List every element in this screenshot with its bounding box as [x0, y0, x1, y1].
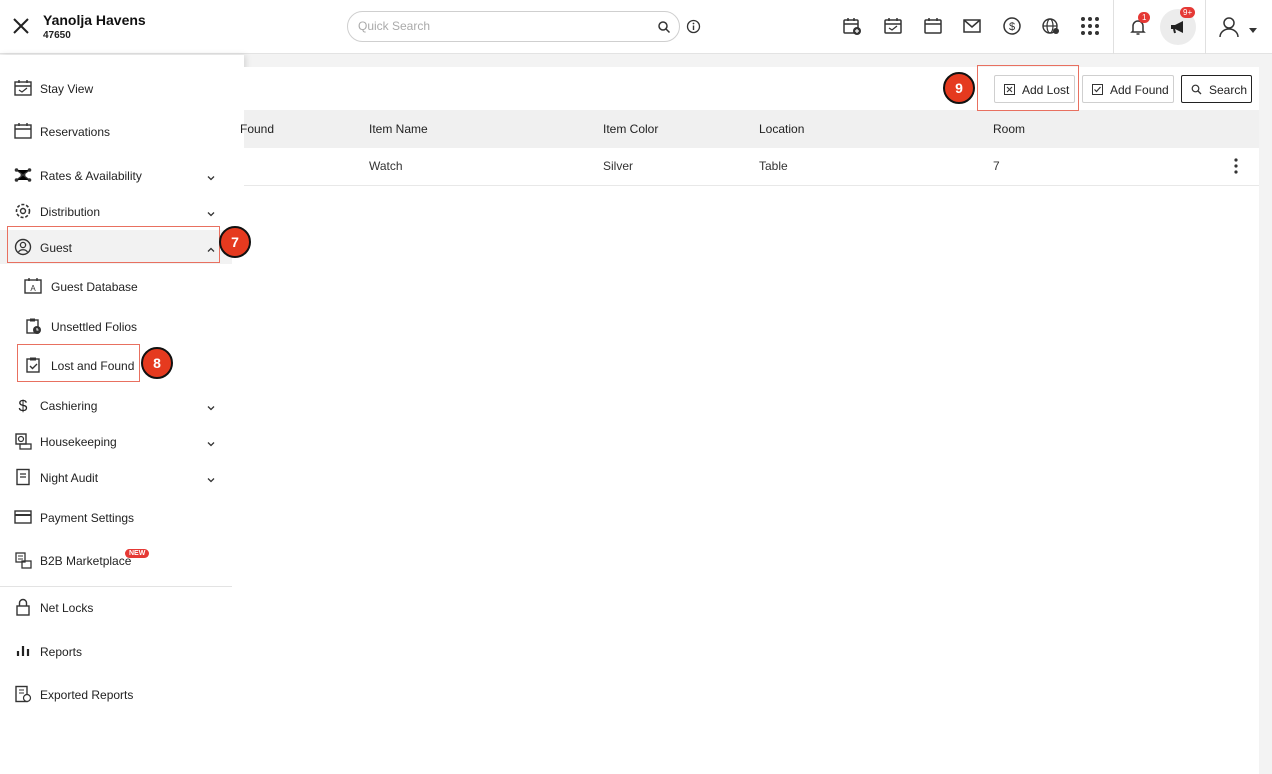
- sidebar-item-night-audit[interactable]: Night Audit: [0, 460, 232, 494]
- lock-icon: [14, 598, 32, 616]
- sidebar-item-label: Distribution: [40, 205, 101, 219]
- cell-location: Table: [759, 159, 788, 173]
- close-icon[interactable]: [10, 15, 32, 37]
- sidebar-divider: [0, 586, 232, 587]
- chevron-down-icon: [206, 206, 216, 217]
- chevron-down-icon: [206, 472, 216, 483]
- step-marker-7: 7: [219, 226, 251, 258]
- svg-text:A: A: [30, 284, 36, 293]
- step-marker-9: 9: [943, 72, 975, 104]
- chevron-down-icon: [206, 170, 216, 181]
- step-marker-8: 8: [141, 347, 173, 379]
- check-box-icon: [1092, 84, 1103, 95]
- quick-search-input[interactable]: [358, 19, 638, 33]
- sidebar-item-rates-availability[interactable]: Rates & Availability: [0, 158, 232, 192]
- toolbar-divider: [1113, 0, 1114, 54]
- credit-card-icon: [14, 508, 32, 526]
- sidebar-item-label: Unsettled Folios: [51, 320, 138, 334]
- hotel-name: Yanolja Havens: [43, 12, 146, 28]
- sidebar-item-unsettled-folios[interactable]: Unsettled Folios: [0, 309, 232, 343]
- add-found-label: Add Found: [1110, 83, 1169, 97]
- column-header-found[interactable]: Found: [240, 122, 274, 136]
- marketplace-icon: [14, 551, 32, 569]
- cell-item-color: Silver: [603, 159, 634, 173]
- sidebar-item-payment-settings[interactable]: Payment Settings: [0, 500, 232, 534]
- sidebar-item-housekeeping[interactable]: Housekeeping: [0, 424, 232, 458]
- id-card-icon: A: [24, 277, 42, 295]
- toolbar-divider: [1205, 0, 1206, 54]
- column-header-item-name[interactable]: Item Name: [369, 122, 428, 136]
- cell-item-name: Watch: [369, 159, 403, 173]
- clipboard-clock-icon: [24, 317, 42, 335]
- megaphone-icon: [1169, 18, 1187, 36]
- info-icon[interactable]: [686, 19, 701, 34]
- search-button[interactable]: Search: [1181, 75, 1252, 103]
- sidebar: Stay View Reservations Rates & Availabil…: [0, 55, 244, 774]
- svg-text:$: $: [1009, 21, 1015, 33]
- dollar-icon: $: [14, 396, 32, 415]
- guest-highlight-box: [7, 226, 220, 263]
- sidebar-item-stay-view[interactable]: Stay View: [0, 71, 232, 105]
- lost-and-found-panel: Add Lost Add Found Search Found Item Nam…: [240, 67, 1259, 774]
- sidebar-item-distribution[interactable]: Distribution: [0, 194, 232, 228]
- sidebar-item-b2b-marketplace[interactable]: B2B Marketplace NEW: [0, 543, 232, 577]
- sidebar-item-label: Reports: [40, 645, 83, 659]
- sidebar-item-label: Housekeeping: [40, 435, 117, 449]
- add-lost-highlight-box: [977, 65, 1079, 111]
- search-icon: [1191, 84, 1202, 95]
- sidebar-item-label: Night Audit: [40, 471, 99, 485]
- top-bar: Yanolja Havens 47650 $ 1 9+: [0, 0, 1272, 54]
- caret-down-icon[interactable]: [1248, 22, 1258, 33]
- column-header-item-color[interactable]: Item Color: [603, 122, 658, 136]
- search-icon[interactable]: [657, 20, 671, 34]
- dollar-circle-icon[interactable]: $: [1002, 16, 1022, 36]
- sidebar-item-label: Rates & Availability: [40, 169, 142, 183]
- sidebar-item-exported-reports[interactable]: Exported Reports: [0, 677, 232, 711]
- sidebar-item-label: Guest Database: [51, 280, 138, 294]
- calendar-icon[interactable]: [923, 16, 943, 36]
- chevron-down-icon: [206, 400, 216, 411]
- document-icon: [14, 468, 32, 486]
- hotel-id: 47650: [43, 30, 71, 41]
- svg-text:$: $: [19, 398, 28, 414]
- sidebar-item-label: Payment Settings: [40, 511, 135, 525]
- sidebar-item-guest-database[interactable]: A Guest Database: [0, 269, 232, 303]
- sidebar-item-label: Stay View: [40, 82, 94, 96]
- sidebar-item-net-locks[interactable]: Net Locks: [0, 590, 232, 624]
- mail-icon[interactable]: [962, 16, 982, 36]
- housekeeping-icon: [14, 432, 32, 450]
- gear-icon: [14, 202, 32, 220]
- network-icon: [14, 166, 32, 184]
- sidebar-item-label: B2B Marketplace: [40, 554, 132, 568]
- column-header-room[interactable]: Room: [993, 122, 1025, 136]
- bar-chart-icon: [14, 642, 32, 660]
- chevron-down-icon: [206, 436, 216, 447]
- column-header-location[interactable]: Location: [759, 122, 804, 136]
- apps-grid-icon[interactable]: [1080, 16, 1100, 36]
- user-icon[interactable]: [1218, 15, 1242, 39]
- sidebar-item-label: Exported Reports: [40, 688, 134, 702]
- new-badge: NEW: [125, 549, 150, 558]
- sidebar-item-reservations[interactable]: Reservations: [0, 114, 232, 148]
- sidebar-item-reports[interactable]: Reports: [0, 634, 232, 668]
- sidebar-item-label: Cashiering: [40, 399, 98, 413]
- table-row[interactable]: Watch Silver Table 7: [244, 148, 1259, 186]
- globe-settings-icon[interactable]: [1041, 16, 1061, 36]
- calendar-check-icon: [14, 79, 32, 97]
- calendar-icon: [14, 122, 32, 140]
- sidebar-item-label: Reservations: [40, 125, 111, 139]
- announcement-count-badge: 9+: [1180, 7, 1196, 18]
- calendar-add-icon[interactable]: [842, 16, 862, 36]
- more-options-icon[interactable]: [1230, 157, 1242, 175]
- cell-room: 7: [993, 159, 1000, 173]
- exported-report-icon: [14, 685, 32, 703]
- calendar-check-icon[interactable]: [883, 16, 903, 36]
- lost-and-found-highlight-box: [17, 344, 140, 382]
- sidebar-item-cashiering[interactable]: $ Cashiering: [0, 388, 232, 422]
- sidebar-item-label: Net Locks: [40, 601, 94, 615]
- quick-search-box: [347, 11, 680, 42]
- table-header: Found Item Name Item Color Location Room: [240, 110, 1259, 148]
- add-found-button[interactable]: Add Found: [1082, 75, 1174, 103]
- search-label: Search: [1209, 83, 1248, 97]
